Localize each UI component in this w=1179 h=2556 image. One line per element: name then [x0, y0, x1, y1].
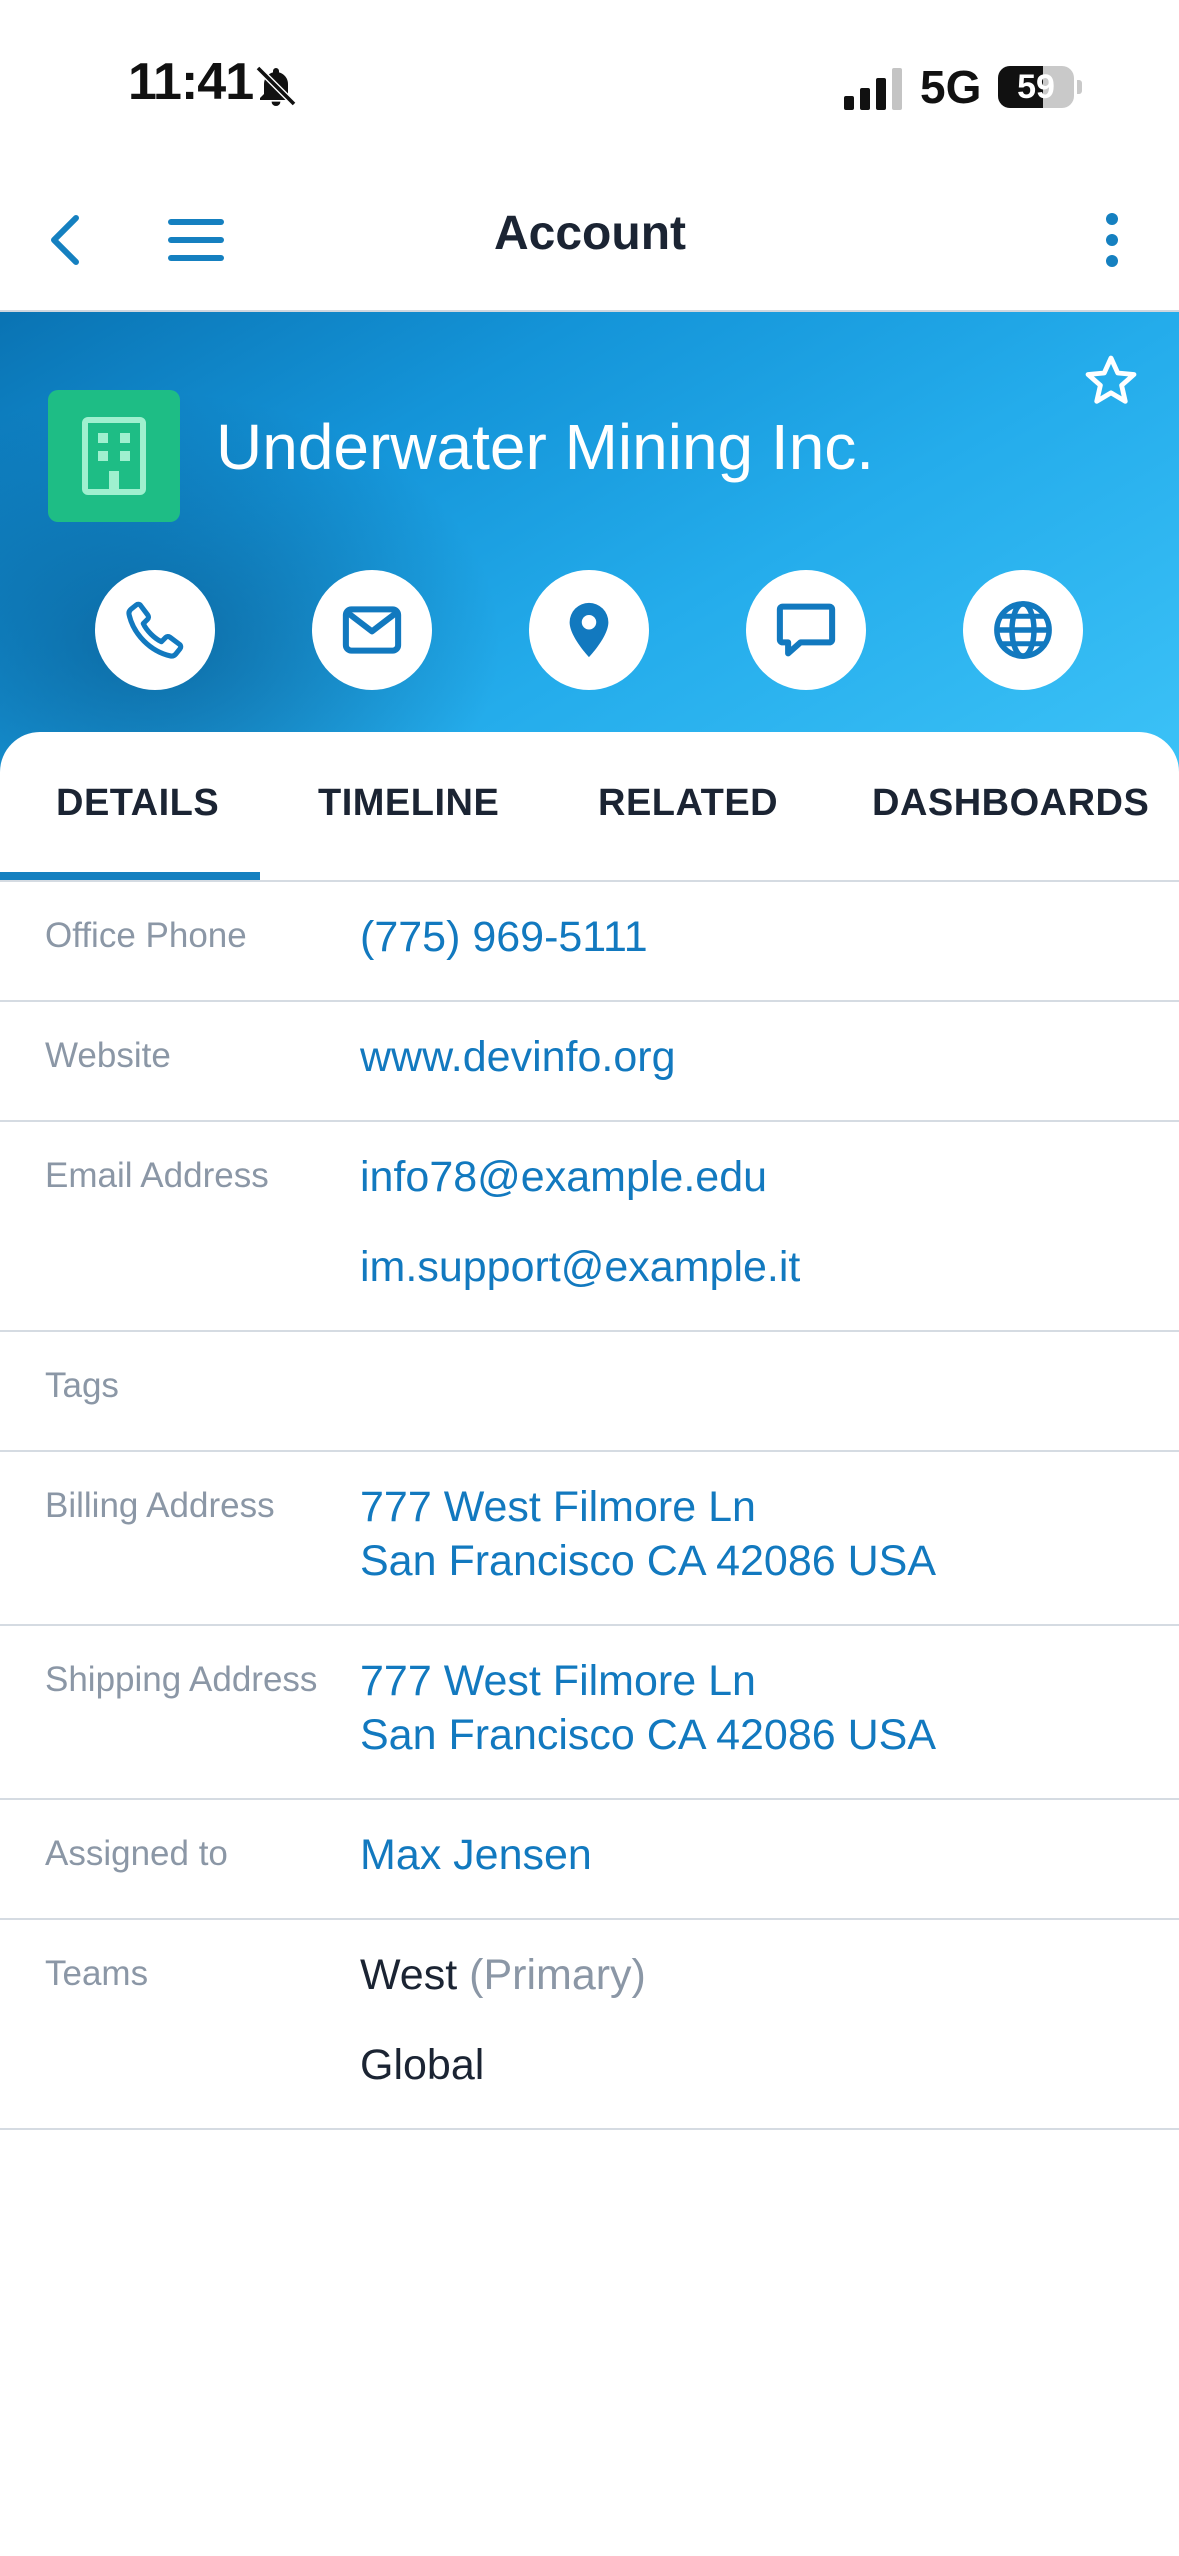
billing-address-label: Billing Address: [45, 1486, 275, 1525]
team-secondary: Global: [360, 2041, 485, 2089]
tab-dashboards[interactable]: DASHBOARDS: [872, 782, 1149, 825]
shipping-address-line2[interactable]: San Francisco CA 42086 USA: [360, 1708, 936, 1762]
billing-address-line1[interactable]: 777 West Filmore Ln: [360, 1480, 756, 1534]
email-link-primary[interactable]: info78@example.edu: [360, 1150, 767, 1204]
detail-row-email: Email Address info78@example.edu im.supp…: [0, 1122, 1179, 1332]
tab-details[interactable]: DETAILS: [56, 782, 219, 825]
tab-timeline[interactable]: TIMELINE: [318, 782, 499, 825]
detail-row-tags: Tags: [0, 1332, 1179, 1452]
website-link[interactable]: www.devinfo.org: [360, 1030, 676, 1084]
website-label: Website: [45, 1036, 171, 1075]
assigned-to-label: Assigned to: [45, 1834, 228, 1873]
globe-icon: [994, 601, 1052, 659]
team-primary: West (Primary): [360, 1948, 646, 2002]
message-button[interactable]: [746, 570, 866, 690]
phone-icon: [126, 601, 184, 659]
mail-icon: [342, 606, 402, 654]
shipping-address-label: Shipping Address: [45, 1660, 318, 1699]
billing-address-line2[interactable]: San Francisco CA 42086 USA: [360, 1534, 936, 1588]
detail-row-website: Website www.devinfo.org: [0, 1002, 1179, 1122]
account-content: DETAILS TIMELINE RELATED DASHBOARDS Offi…: [0, 732, 1179, 2556]
chat-icon: [776, 603, 836, 657]
star-icon[interactable]: [1082, 352, 1140, 410]
email-label: Email Address: [45, 1156, 269, 1195]
tab-related[interactable]: RELATED: [598, 782, 778, 825]
status-time: 11:41: [128, 53, 254, 111]
assigned-user-link[interactable]: Max Jensen: [360, 1828, 592, 1882]
hamburger-icon: [168, 219, 224, 261]
back-button[interactable]: [40, 210, 90, 270]
nav-bar: Account: [0, 160, 1179, 312]
office-phone-link[interactable]: (775) 969-5111: [360, 910, 648, 964]
signal-icon: [844, 68, 902, 110]
battery-percent: 59: [1017, 68, 1055, 106]
email-button[interactable]: [312, 570, 432, 690]
detail-row-assigned-to: Assigned to Max Jensen: [0, 1800, 1179, 1920]
active-tab-indicator: [0, 872, 260, 880]
email-link-secondary[interactable]: im.support@example.it: [360, 1240, 800, 1294]
detail-row-billing-address: Billing Address 777 West Filmore Ln San …: [0, 1452, 1179, 1626]
detail-row-office-phone: Office Phone (775) 969-5111: [0, 882, 1179, 1002]
details-list: Office Phone (775) 969-5111 Website www.…: [0, 882, 1179, 2130]
status-bar: 11:41 5G 59: [0, 0, 1179, 160]
map-pin-icon: [569, 602, 609, 658]
chevron-left-icon: [51, 215, 79, 265]
tags-label: Tags: [45, 1366, 119, 1405]
network-type: 5G: [920, 61, 982, 113]
detail-row-shipping-address: Shipping Address 777 West Filmore Ln San…: [0, 1626, 1179, 1800]
menu-button[interactable]: [164, 210, 228, 270]
account-avatar: [48, 390, 180, 522]
call-button[interactable]: [95, 570, 215, 690]
team-primary-tag: (Primary): [469, 1951, 646, 1999]
quick-actions: [0, 570, 1179, 690]
more-vertical-icon: [1106, 213, 1118, 267]
tab-bar: DETAILS TIMELINE RELATED DASHBOARDS: [0, 732, 1179, 882]
more-options-button[interactable]: [1090, 204, 1134, 276]
map-button[interactable]: [529, 570, 649, 690]
page-title: Account: [494, 207, 686, 260]
teams-label: Teams: [45, 1954, 149, 1993]
detail-row-teams: Teams West (Primary) Global: [0, 1920, 1179, 2130]
shipping-address-line1[interactable]: 777 West Filmore Ln: [360, 1654, 756, 1708]
website-button[interactable]: [963, 570, 1083, 690]
building-icon: [82, 417, 146, 495]
office-phone-label: Office Phone: [45, 916, 247, 955]
team-primary-name: West: [360, 1951, 458, 1999]
bell-off-icon: [255, 65, 297, 107]
battery-indicator: 59: [998, 66, 1082, 108]
account-name: Underwater Mining Inc.: [216, 411, 875, 483]
account-header: Underwater Mining Inc.: [0, 312, 1179, 772]
